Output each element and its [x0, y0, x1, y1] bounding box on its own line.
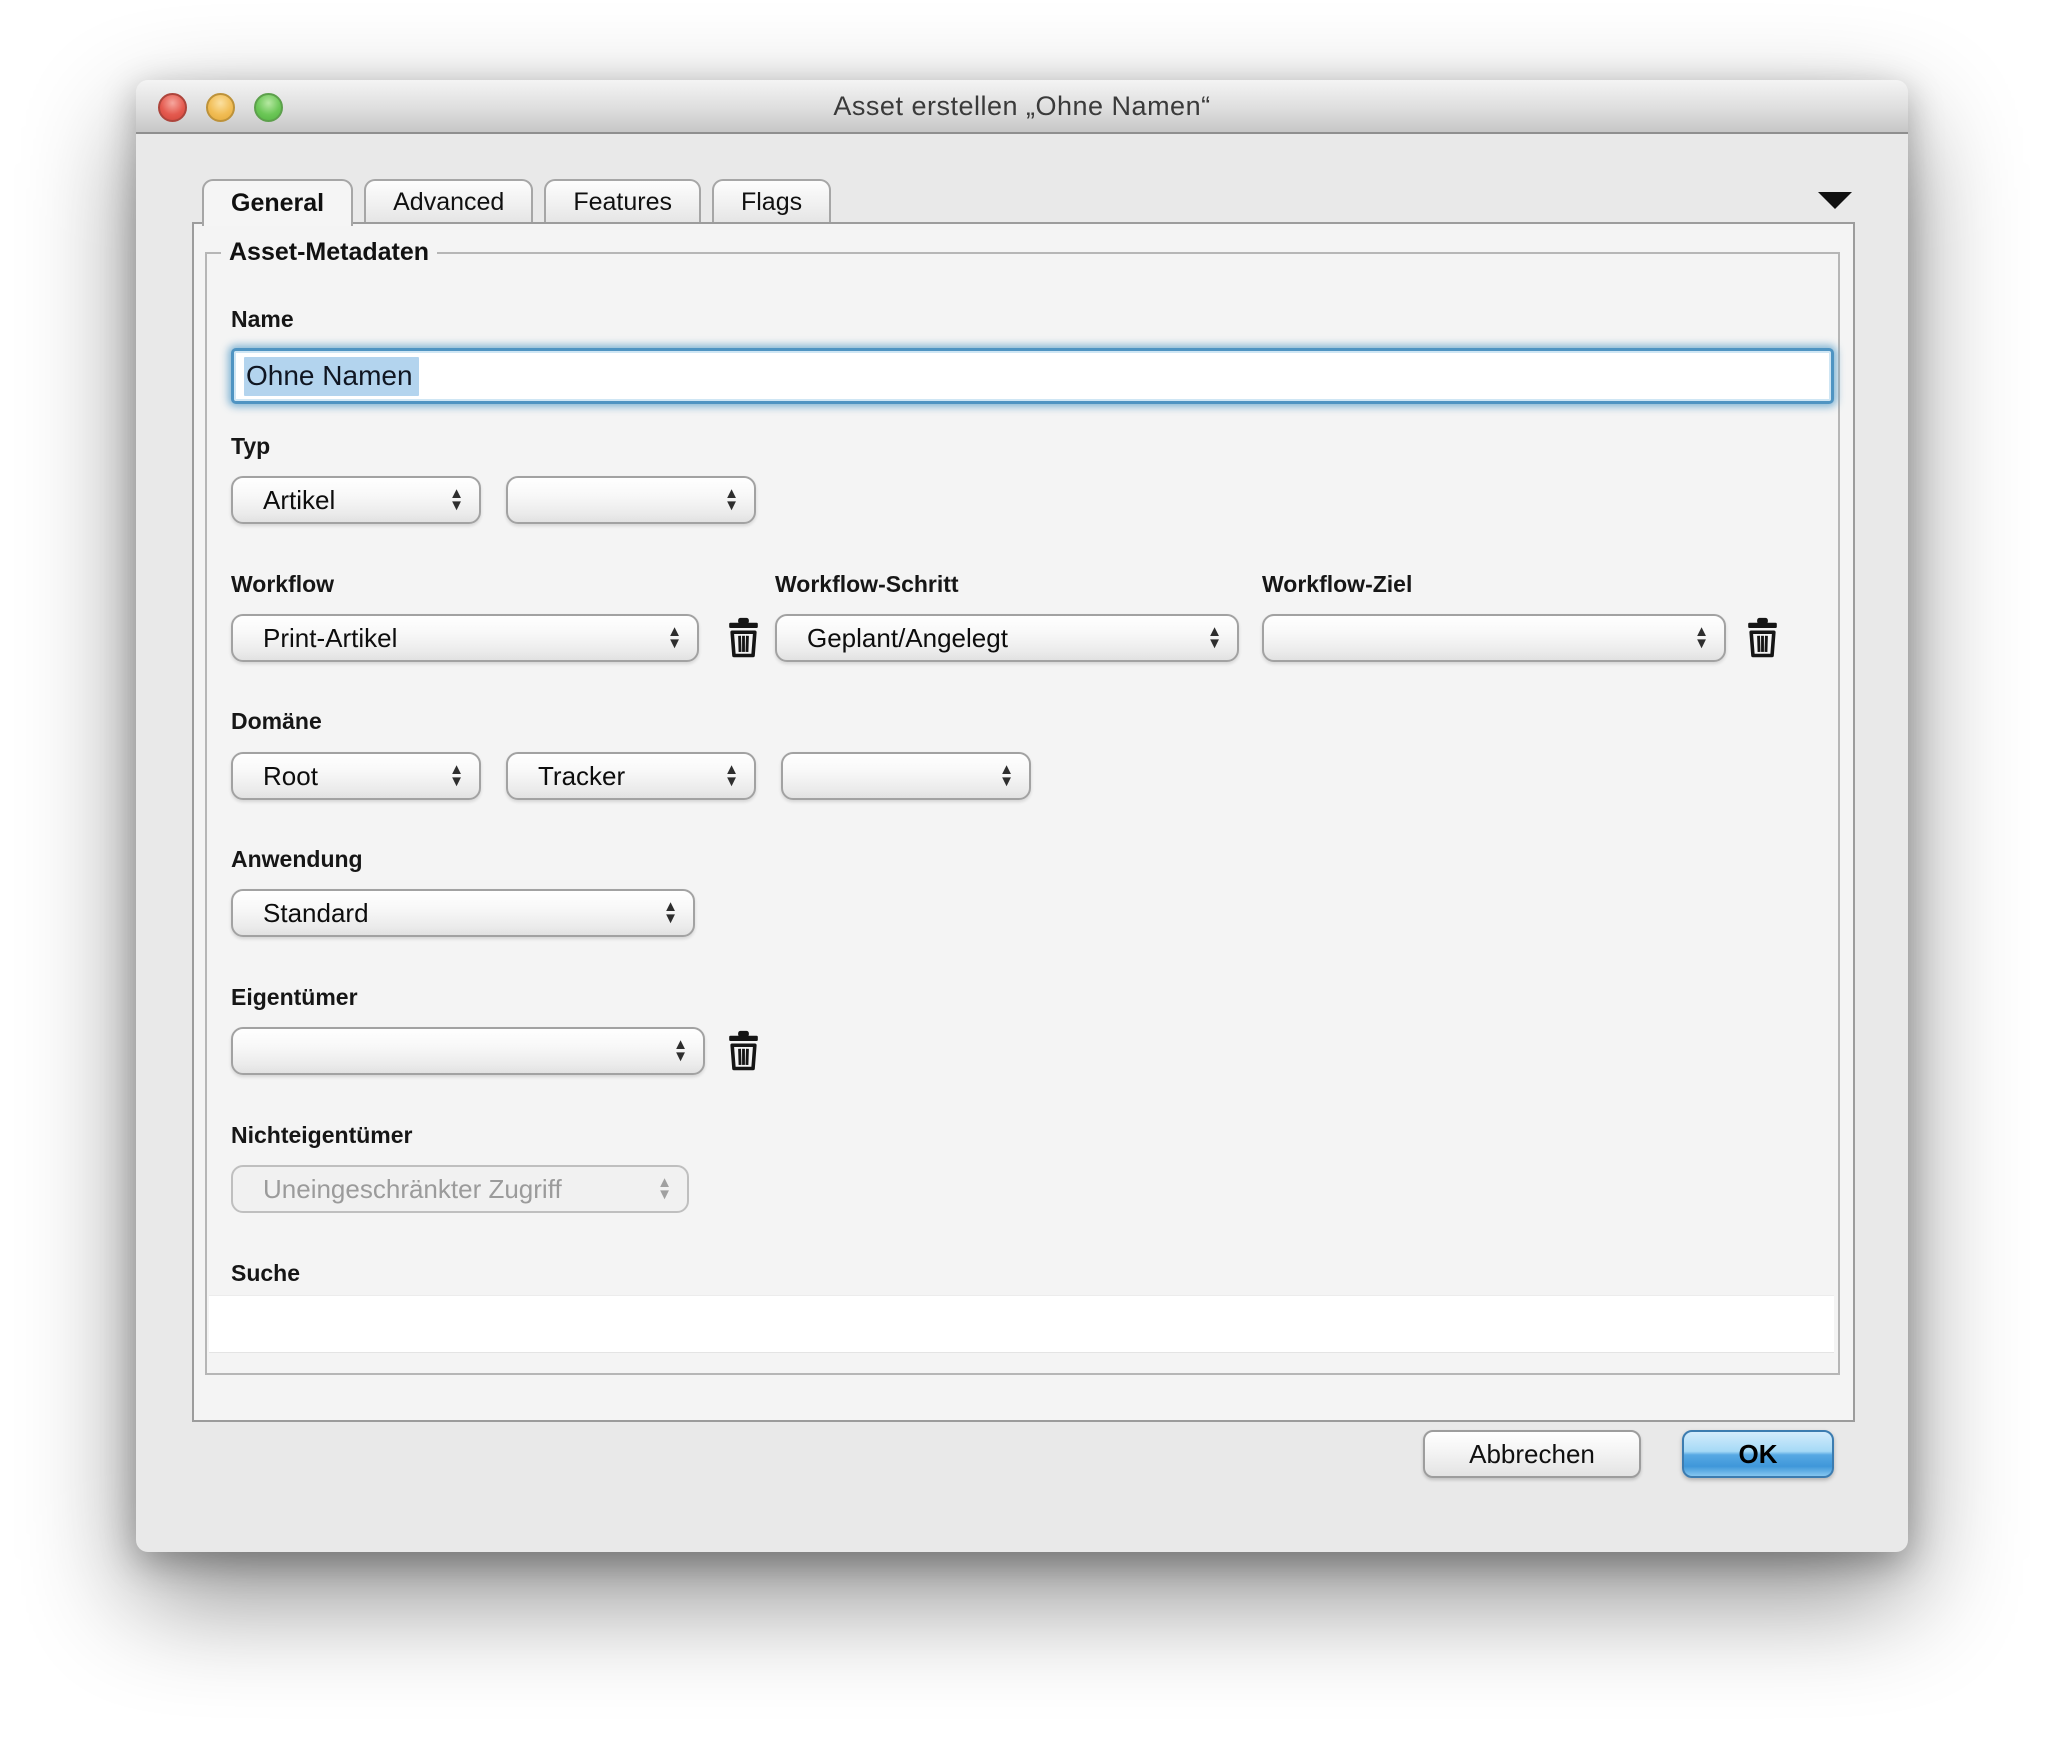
- tab-features[interactable]: Features: [544, 179, 701, 224]
- trash-icon: [728, 1029, 759, 1071]
- tab-general[interactable]: General: [202, 179, 353, 226]
- tab-advanced[interactable]: Advanced: [364, 179, 533, 224]
- suche-input[interactable]: [209, 1295, 1834, 1353]
- chevron-down-icon[interactable]: [1818, 192, 1852, 209]
- workflow-ziel-label: Workflow-Ziel: [1262, 571, 1412, 598]
- ok-button[interactable]: OK: [1682, 1430, 1834, 1478]
- stepper-arrows-icon: ▲▼: [449, 764, 464, 788]
- workflow-ziel-dropdown[interactable]: ▲▼: [1262, 614, 1726, 662]
- traffic-lights: [158, 93, 283, 122]
- tab-flags[interactable]: Flags: [712, 179, 831, 224]
- minimize-button[interactable]: [206, 93, 235, 122]
- typ-primary-value: Artikel: [263, 485, 335, 516]
- nichteigentuemer-value: Uneingeschränkter Zugriff: [263, 1174, 562, 1205]
- stepper-arrows-icon: ▲▼: [724, 488, 739, 512]
- titlebar[interactable]: Asset erstellen „Ohne Namen“: [136, 80, 1908, 134]
- trash-icon: [728, 616, 759, 658]
- domaene-second-dropdown[interactable]: Tracker ▲▼: [506, 752, 756, 800]
- stepper-arrows-icon: ▲▼: [657, 1177, 672, 1201]
- stepper-arrows-icon: ▲▼: [449, 488, 464, 512]
- typ-primary-dropdown[interactable]: Artikel ▲▼: [231, 476, 481, 524]
- stepper-arrows-icon: ▲▼: [673, 1039, 688, 1063]
- stepper-arrows-icon: ▲▼: [663, 901, 678, 925]
- nichteigentuemer-dropdown: Uneingeschränkter Zugriff ▲▼: [231, 1165, 689, 1213]
- anwendung-label: Anwendung: [231, 846, 363, 873]
- workflow-schritt-dropdown[interactable]: Geplant/Angelegt ▲▼: [775, 614, 1239, 662]
- tab-bar: General Advanced Features Flags: [202, 179, 831, 226]
- domaene-label: Domäne: [231, 708, 322, 735]
- domaene-second-value: Tracker: [538, 761, 625, 792]
- anwendung-value: Standard: [263, 898, 369, 929]
- tab-panel-general: Asset-Metadaten Name Ohne Namen Typ Arti…: [192, 222, 1855, 1422]
- eigentuemer-trash-button[interactable]: [728, 1029, 759, 1071]
- zoom-button[interactable]: [254, 93, 283, 122]
- eigentuemer-label: Eigentümer: [231, 984, 358, 1011]
- workflow-schritt-label: Workflow-Schritt: [775, 571, 959, 598]
- anwendung-dropdown[interactable]: Standard ▲▼: [231, 889, 695, 937]
- stepper-arrows-icon: ▲▼: [667, 626, 682, 650]
- eigentuemer-dropdown[interactable]: ▲▼: [231, 1027, 705, 1075]
- workflow-dropdown[interactable]: Print-Artikel ▲▼: [231, 614, 699, 662]
- window-title: Asset erstellen „Ohne Namen“: [833, 91, 1210, 122]
- workflow-schritt-value: Geplant/Angelegt: [807, 623, 1008, 654]
- workflow-trash-button[interactable]: [728, 616, 759, 658]
- stepper-arrows-icon: ▲▼: [1694, 626, 1709, 650]
- typ-label: Typ: [231, 433, 270, 460]
- domaene-third-dropdown[interactable]: ▲▼: [781, 752, 1031, 800]
- stepper-arrows-icon: ▲▼: [724, 764, 739, 788]
- close-button[interactable]: [158, 93, 187, 122]
- domaene-first-value: Root: [263, 761, 318, 792]
- nichteigentuemer-label: Nichteigentümer: [231, 1122, 412, 1149]
- groupbox-title: Asset-Metadaten: [221, 238, 437, 267]
- dialog-window: Asset erstellen „Ohne Namen“ General Adv…: [136, 80, 1908, 1552]
- asset-metadata-groupbox: Asset-Metadaten Name Ohne Namen Typ Arti…: [205, 252, 1840, 1375]
- workflow-ziel-trash-button[interactable]: [1747, 616, 1778, 658]
- stepper-arrows-icon: ▲▼: [999, 764, 1014, 788]
- workflow-value: Print-Artikel: [263, 623, 397, 654]
- cancel-button[interactable]: Abbrechen: [1423, 1430, 1641, 1478]
- suche-label: Suche: [231, 1260, 300, 1287]
- name-input[interactable]: Ohne Namen: [231, 348, 1834, 404]
- typ-secondary-dropdown[interactable]: ▲▼: [506, 476, 756, 524]
- workflow-label: Workflow: [231, 571, 334, 598]
- name-input-selected-text: Ohne Namen: [244, 357, 419, 396]
- trash-icon: [1747, 616, 1778, 658]
- domaene-first-dropdown[interactable]: Root ▲▼: [231, 752, 481, 800]
- stepper-arrows-icon: ▲▼: [1207, 626, 1222, 650]
- name-label: Name: [231, 306, 294, 333]
